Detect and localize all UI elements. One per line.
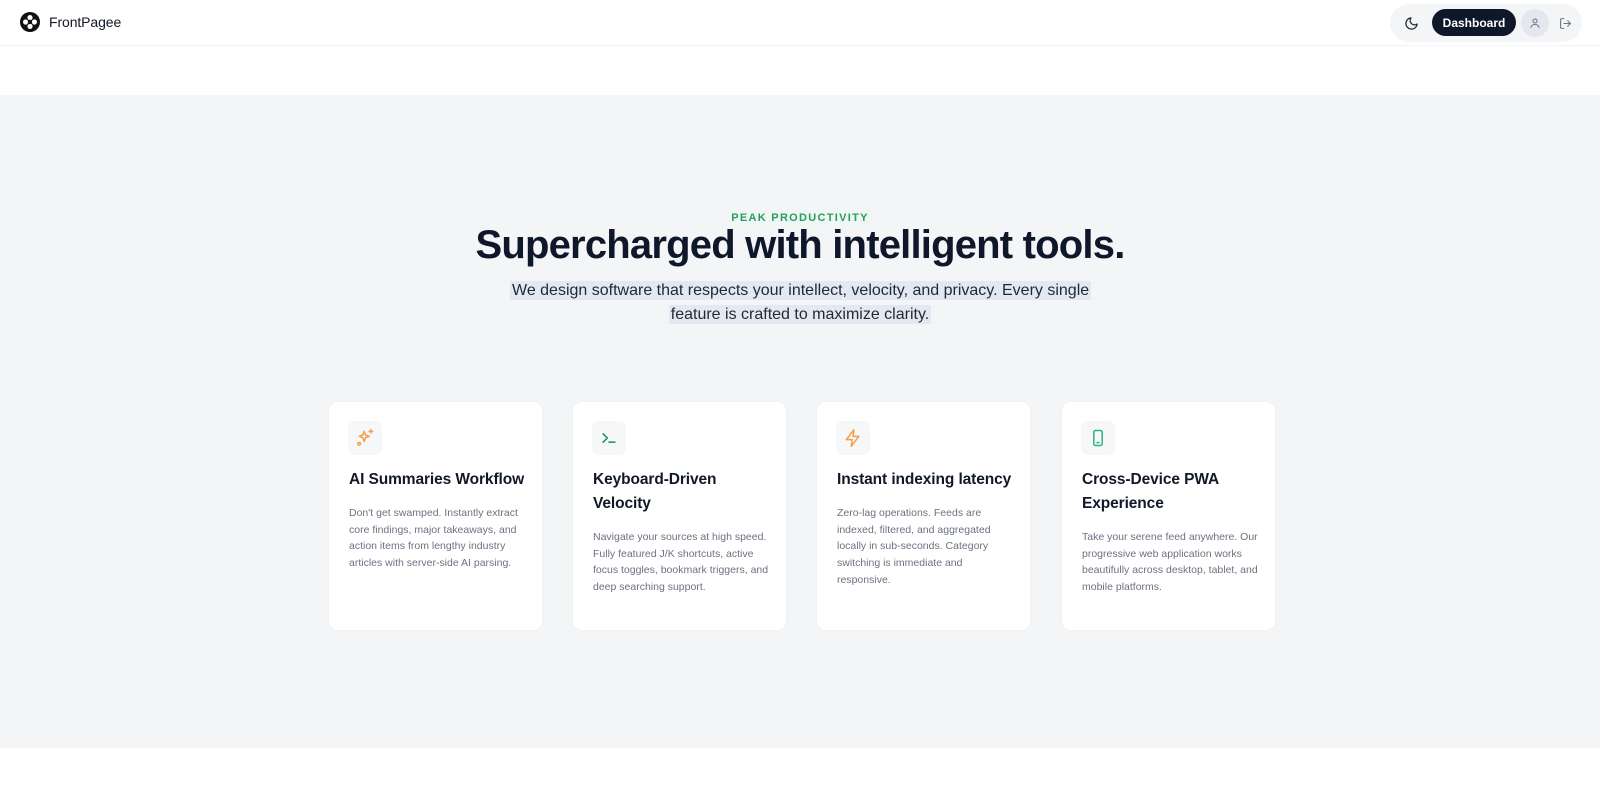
avatar-button[interactable] [1521,9,1549,37]
logout-icon [1559,17,1571,29]
feature-title: Keyboard-Driven Velocity [593,471,717,512]
mobile-device-icon [1093,429,1103,447]
dashboard-button[interactable]: Dashboard [1432,9,1516,36]
feature-card-indexing: Instant indexing latency Zero-lag operat… [816,401,1031,631]
feature-card-pwa: Cross-Device PWA Experience Take your se… [1061,401,1276,631]
feature-title: AI Summaries Workflow [349,471,525,488]
feature-icon-wrap [592,421,626,455]
section-headline: Supercharged with intelligent tools. [475,223,1125,267]
brand-name: FrontPagee [49,14,122,30]
section-subtitle: We design software that respects your in… [510,279,1092,327]
moon-icon [1404,16,1418,30]
frontpage-logo-icon [20,12,40,32]
feature-description: Don't get swamped. Instantly extract cor… [349,507,518,570]
features-section: PEAK PRODUCTIVITY Supercharged with inte… [0,95,1600,748]
feature-icon-wrap [348,421,382,455]
feature-title: Cross-Device PWA Experience [1082,471,1219,512]
logout-button[interactable] [1555,13,1575,33]
feature-description: Take your serene feed anywhere. Our prog… [1082,531,1258,594]
lightning-icon [845,428,860,448]
feature-description: Zero-lag operations. Feeds are indexed, … [837,507,991,586]
subtitle-text: We design software that respects your in… [510,281,1092,324]
top-navbar: FrontPagee Dashboard [0,0,1600,46]
feature-card-ai-summaries: AI Summaries Workflow Don't get swamped.… [328,401,543,631]
feature-card-keyboard: Keyboard-Driven Velocity Navigate your s… [572,401,787,631]
user-icon [1530,18,1540,28]
user-actions-bar: Dashboard [1390,4,1582,42]
terminal-icon [602,433,616,443]
feature-icon-wrap [1081,421,1115,455]
feature-icon-wrap [836,421,870,455]
feature-title: Instant indexing latency [837,471,1012,488]
sparkles-icon [357,428,374,446]
theme-toggle-button[interactable] [1399,11,1423,35]
brand-link[interactable]: FrontPagee [20,12,121,32]
feature-description: Navigate your sources at high speed. Ful… [593,531,769,594]
